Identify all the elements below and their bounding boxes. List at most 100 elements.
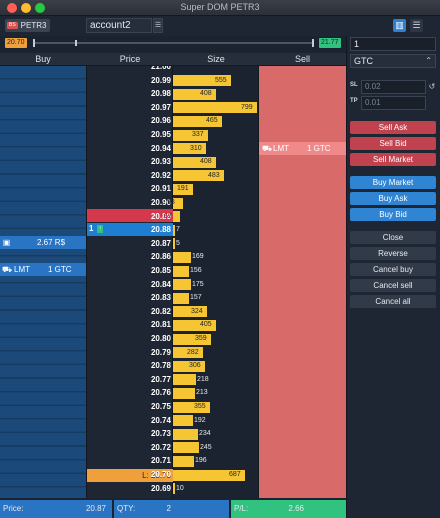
sell-order-type: LMT bbox=[273, 144, 289, 153]
ladder-price: 20.70 bbox=[150, 470, 171, 479]
tif-value: GTC bbox=[354, 56, 373, 66]
ladder-price: 20.80 bbox=[150, 334, 171, 343]
time-in-force-select[interactable]: GTC ⌃ bbox=[350, 54, 436, 68]
ladder-price: 20.77 bbox=[150, 374, 171, 384]
footer-qty-label: QTY: bbox=[117, 504, 136, 513]
size-bar bbox=[173, 265, 189, 277]
price-ladder: 1 ↑ L: 20.70 ▣ 2.67 R$ ⛟ LMT 1 GTC ⛟ LMT… bbox=[0, 66, 346, 498]
size-bar bbox=[173, 442, 199, 454]
buy-column[interactable] bbox=[0, 66, 86, 498]
size-label: 687 bbox=[229, 471, 241, 478]
price-range-bar: 20.70 21.77 bbox=[0, 36, 346, 50]
title-bar: Super DOM PETR3 bbox=[0, 0, 440, 16]
size-label: 245 bbox=[200, 443, 212, 451]
hamburger-icon[interactable]: ☰ bbox=[410, 19, 423, 32]
account-field[interactable]: account2 bbox=[86, 18, 152, 33]
ladder-price: 20.89 bbox=[150, 211, 171, 221]
ladder-price: 20.95 bbox=[150, 130, 171, 139]
size-bar bbox=[173, 483, 175, 495]
ladder-price: 20.69 bbox=[150, 483, 171, 493]
stop-loss-row: SL 0.02 ↺ bbox=[350, 80, 436, 94]
size-label: 192 bbox=[194, 416, 206, 424]
ladder-price: 21.00 bbox=[150, 66, 171, 71]
sell-ask-button[interactable]: Sell Ask bbox=[350, 121, 436, 134]
size-label: 196 bbox=[195, 457, 207, 465]
order-panel: 1 GTC ⌃ SL 0.02 ↺ TP 0.01 Sell Ask Sell … bbox=[346, 36, 440, 518]
size-label: 10 bbox=[176, 484, 184, 492]
cancel-buy-button[interactable]: Cancel buy bbox=[350, 263, 436, 276]
header-buy: Buy bbox=[35, 54, 51, 64]
chevron-updown-icon: ⌃ bbox=[425, 56, 432, 65]
cancel-all-button[interactable]: Cancel all bbox=[350, 295, 436, 308]
ladder-price: 20.83 bbox=[150, 293, 171, 303]
size-label: 799 bbox=[241, 103, 253, 111]
reverse-button[interactable]: Reverse bbox=[350, 247, 436, 260]
sell-market-button[interactable]: Sell Market bbox=[350, 153, 436, 166]
take-profit-row: TP 0.01 bbox=[350, 96, 436, 110]
quantity-input[interactable]: 1 bbox=[350, 37, 436, 51]
range-low-label: 20.70 bbox=[5, 38, 27, 48]
range-current-mark bbox=[75, 40, 77, 46]
header-price: Price bbox=[119, 54, 141, 64]
size-label: 5 bbox=[176, 239, 180, 247]
size-label: 98 bbox=[167, 199, 175, 206]
buy-order-cell[interactable]: ⛟ LMT 1 GTC bbox=[0, 263, 86, 276]
close-button[interactable]: Close bbox=[350, 231, 436, 244]
ladder-price: 20.93 bbox=[150, 157, 171, 167]
footer-pl-value: 2.66 bbox=[288, 504, 304, 513]
ladder-price: 20.82 bbox=[150, 306, 171, 316]
ladder-price: 20.76 bbox=[150, 388, 171, 398]
size-label: 324 bbox=[191, 307, 203, 315]
size-bar bbox=[173, 292, 189, 304]
size-label: 310 bbox=[190, 144, 202, 152]
ladder-price: 20.85 bbox=[150, 266, 171, 275]
header-sell: Sell bbox=[294, 54, 310, 64]
size-label: 408 bbox=[200, 90, 212, 98]
ladder-price: 20.79 bbox=[150, 347, 171, 357]
size-label: 483 bbox=[208, 171, 220, 179]
symbol-selector[interactable]: BS PETR3 bbox=[5, 19, 51, 32]
ladder-price: 20.78 bbox=[150, 361, 171, 371]
buy-bid-button[interactable]: Buy Bid bbox=[350, 208, 436, 221]
footer-qty-value: 2 bbox=[166, 504, 171, 513]
size-bar bbox=[173, 415, 193, 427]
cancel-sell-button[interactable]: Cancel sell bbox=[350, 279, 436, 292]
sell-order-cell[interactable]: ⛟ LMT 1 GTC bbox=[259, 142, 346, 155]
size-label: 306 bbox=[189, 362, 201, 370]
size-label: 408 bbox=[200, 158, 212, 166]
symbol-flag: BS bbox=[7, 22, 18, 29]
size-label: 405 bbox=[200, 321, 212, 329]
size-label: 156 bbox=[190, 267, 202, 274]
columns-icon[interactable]: ▥ bbox=[393, 19, 406, 32]
stop-loss-input[interactable]: 0.02 bbox=[361, 80, 426, 94]
sell-column[interactable] bbox=[259, 66, 346, 498]
size-bar bbox=[173, 211, 180, 223]
buy-ask-button[interactable]: Buy Ask bbox=[350, 192, 436, 205]
size-bar bbox=[173, 455, 194, 467]
ladder-price: 20.81 bbox=[150, 320, 171, 330]
size-label: 169 bbox=[192, 253, 204, 261]
stop-loss-reset-icon[interactable]: ↺ bbox=[428, 80, 436, 94]
ladder-price: 20.90 bbox=[150, 198, 171, 207]
size-label: 157 bbox=[190, 294, 202, 302]
size-label: 213 bbox=[196, 389, 208, 397]
ladder-price: 20.73 bbox=[150, 429, 171, 439]
briefcase-icon: ▣ bbox=[2, 238, 11, 247]
range-high-label: 21.77 bbox=[319, 38, 341, 48]
sell-bid-button[interactable]: Sell Bid bbox=[350, 137, 436, 150]
toolbar: BS PETR3 account2 ☰ ▥ ☰ bbox=[0, 16, 440, 36]
ladder-price: 20.92 bbox=[150, 170, 171, 180]
buy-market-button[interactable]: Buy Market bbox=[350, 176, 436, 189]
take-profit-input[interactable]: 0.01 bbox=[361, 96, 426, 110]
size-bar bbox=[173, 238, 175, 250]
size-bar bbox=[173, 374, 196, 386]
footer-price: Price: 20.87 bbox=[0, 500, 112, 518]
cart-icon: ⛟ bbox=[2, 265, 13, 274]
ladder-header: Buy Price Size Sell bbox=[0, 53, 346, 66]
position-cell[interactable]: ▣ 2.67 R$ bbox=[0, 236, 86, 249]
size-label: 234 bbox=[199, 430, 211, 438]
size-label: 465 bbox=[206, 117, 218, 125]
ladder-price: 20.96 bbox=[150, 116, 171, 126]
account-list-icon[interactable]: ☰ bbox=[153, 18, 163, 33]
cart-icon: ⛟ bbox=[262, 144, 273, 153]
